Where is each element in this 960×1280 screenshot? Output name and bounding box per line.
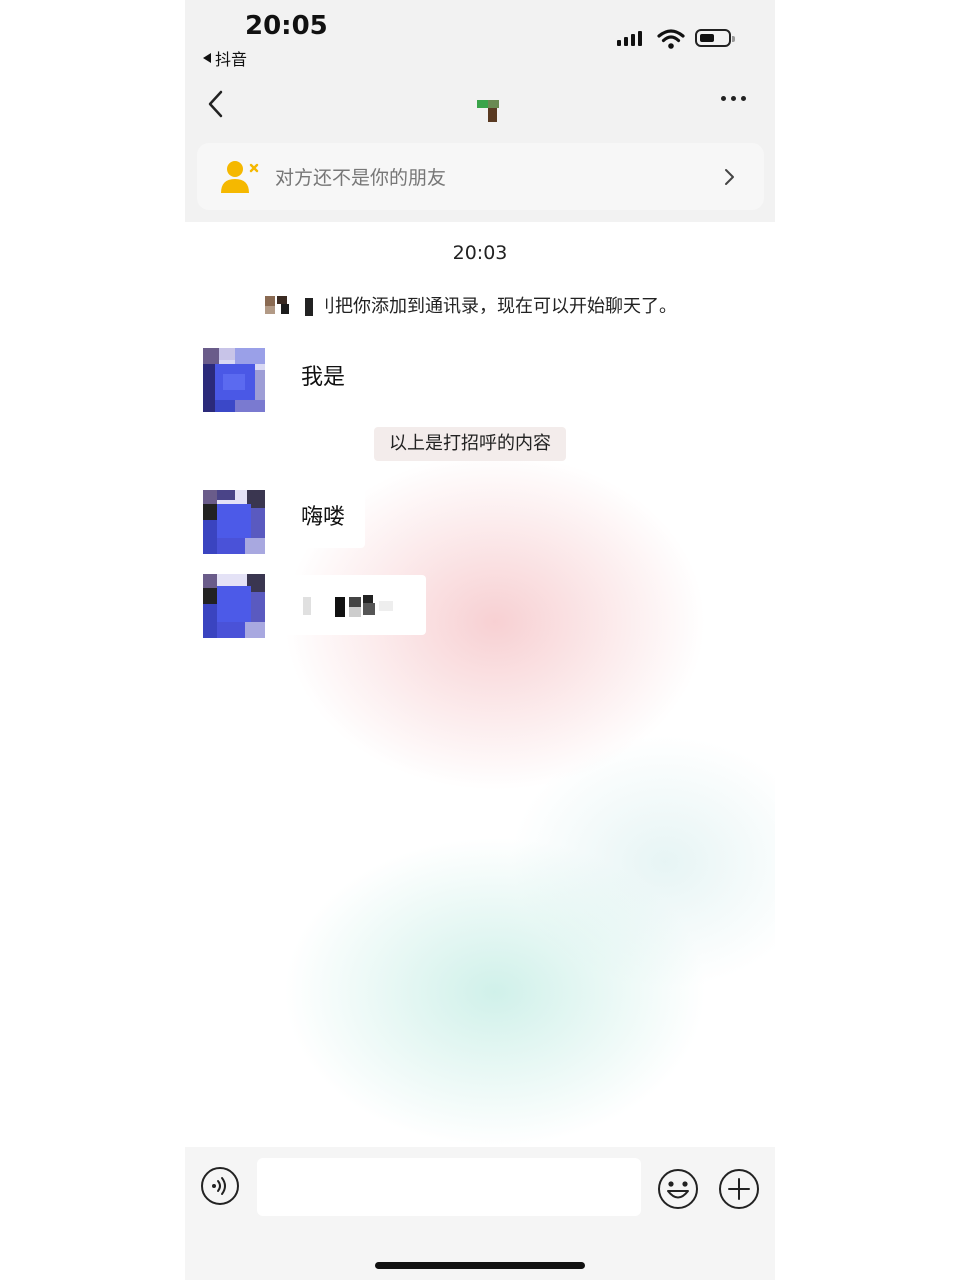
chevron-right-icon — [725, 168, 734, 185]
more-icon[interactable] — [721, 96, 746, 101]
emoji-icon[interactable] — [657, 1168, 699, 1210]
phone-screen: 20:05 抖音 对方还不是你的朋友 20:03 刂把你添加到通讯录，现在可以开… — [185, 0, 775, 1280]
input-bar — [185, 1147, 775, 1280]
system-message-text: 刂把你添加到通讯录，现在可以开始聊天了。 — [317, 296, 677, 317]
contact-avatar-mosaic[interactable] — [477, 100, 499, 122]
chat-background — [185, 222, 775, 1147]
signal-icon — [617, 31, 642, 46]
message-bubble[interactable]: 嗨喽 — [281, 488, 366, 548]
voice-icon[interactable] — [200, 1166, 240, 1206]
wifi-icon — [657, 29, 685, 49]
back-to-app-link[interactable]: 抖音 — [203, 46, 247, 70]
redacted-message-mosaic — [303, 595, 393, 617]
greeting-hint: 以上是打招呼的内容 — [374, 427, 566, 461]
plus-icon[interactable] — [718, 1168, 760, 1210]
back-triangle-icon — [203, 53, 211, 63]
not-friend-banner[interactable]: 对方还不是你的朋友 — [197, 143, 764, 210]
avatar[interactable] — [203, 348, 265, 412]
avatar[interactable] — [203, 574, 265, 638]
home-indicator[interactable] — [375, 1262, 585, 1269]
message-bubble[interactable] — [281, 575, 426, 635]
banner-text: 对方还不是你的朋友 — [275, 167, 447, 189]
message-timestamp: 20:03 — [452, 242, 508, 264]
back-app-label: 抖音 — [215, 50, 248, 69]
system-message: 刂把你添加到通讯录，现在可以开始聊天了。 — [265, 292, 677, 318]
message-bubble[interactable]: 我是 — [281, 348, 366, 408]
status-time: 20:05 — [245, 11, 328, 41]
avatar[interactable] — [203, 490, 265, 554]
top-bar: 20:05 抖音 对方还不是你的朋友 — [185, 0, 775, 222]
user-not-friend-icon — [221, 160, 259, 193]
redacted-name-mosaic — [265, 296, 313, 316]
battery-icon — [695, 29, 735, 47]
back-chevron-icon[interactable] — [205, 88, 227, 120]
message-input[interactable] — [257, 1158, 641, 1216]
